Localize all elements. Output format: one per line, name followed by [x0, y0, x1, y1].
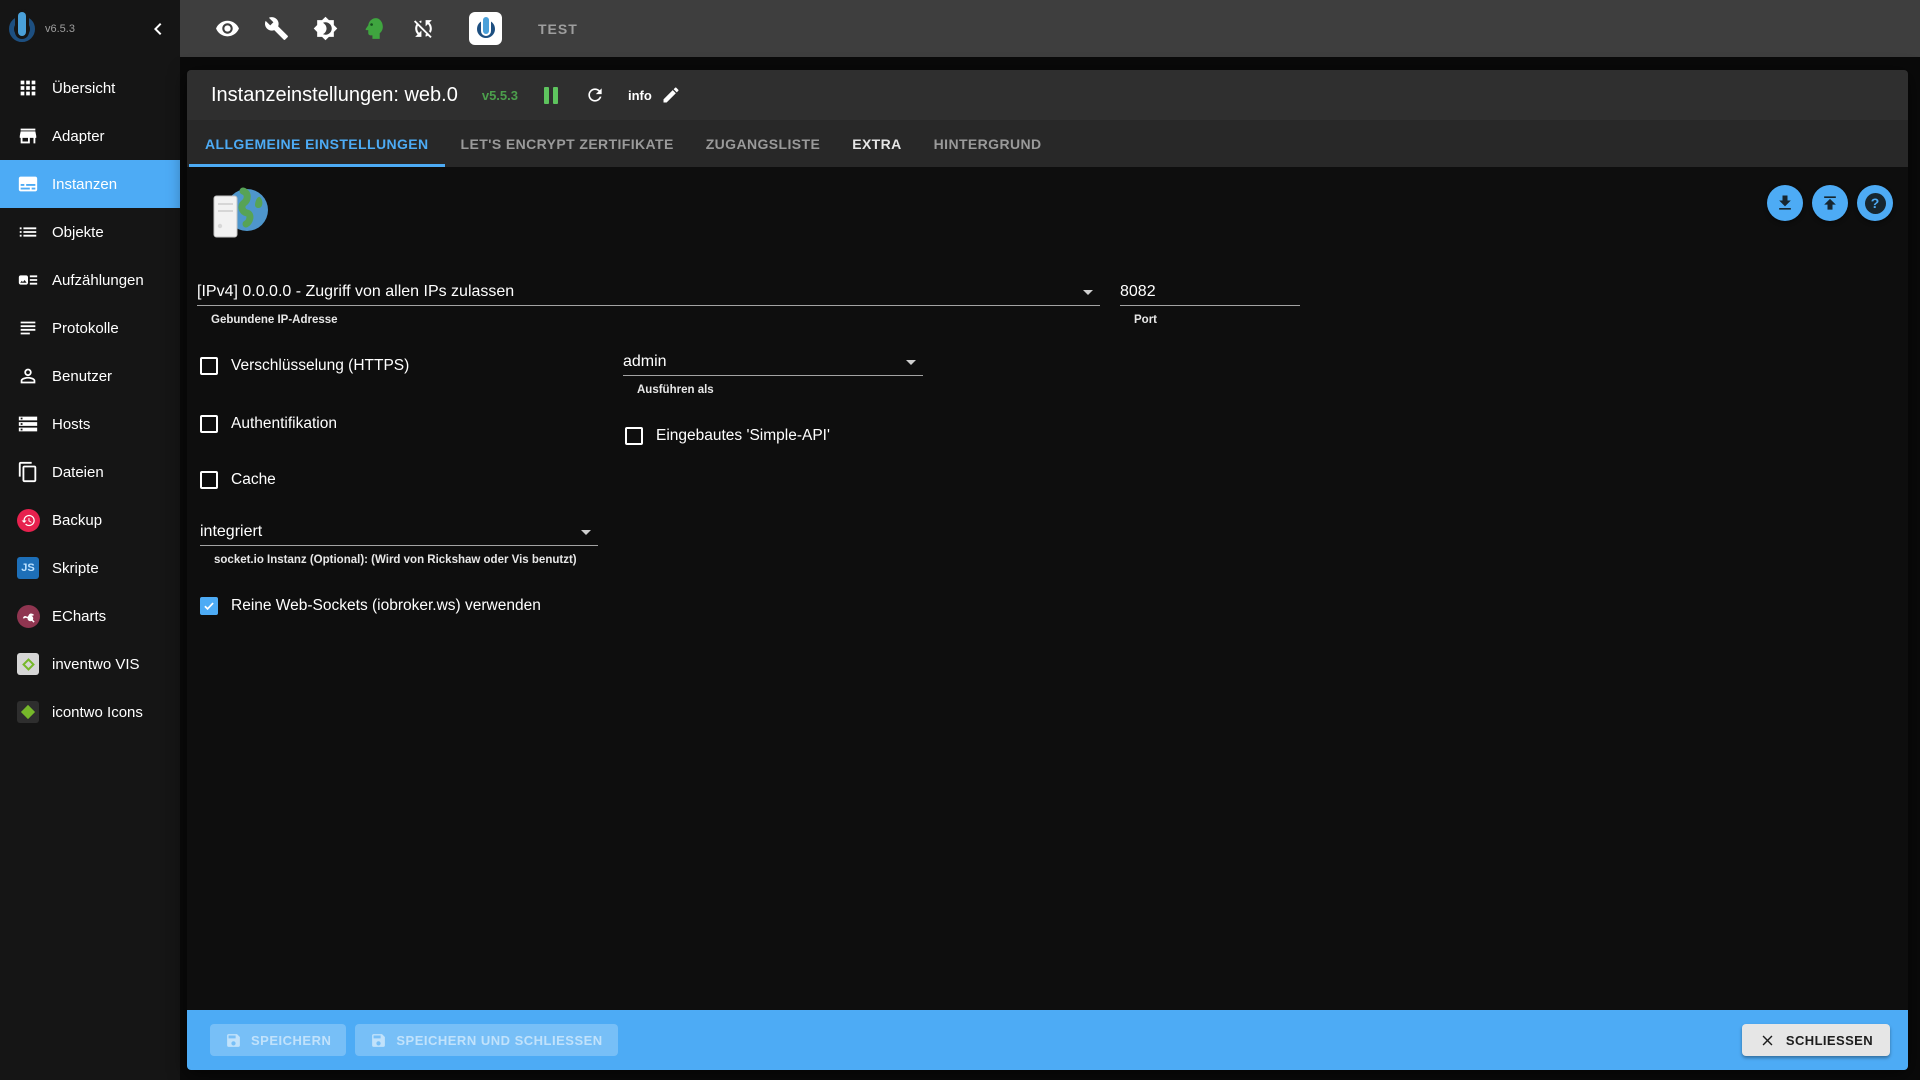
expert-mode-head-icon[interactable]: [361, 16, 387, 42]
help-button[interactable]: ?: [1857, 185, 1893, 221]
sidebar-item-backup[interactable]: Backup: [0, 496, 180, 544]
refresh-icon[interactable]: [584, 84, 606, 106]
port-field: 8082 Port: [1120, 279, 1300, 326]
cache-checkbox[interactable]: [200, 471, 218, 489]
sidebar-item-hosts[interactable]: Hosts: [0, 400, 180, 448]
art-track-icon: [16, 268, 40, 292]
iobroker-logo: [9, 16, 35, 42]
sidebar-item-objekte[interactable]: Objekte: [0, 208, 180, 256]
echarts-icon: [16, 604, 40, 628]
socketio-select[interactable]: integriert: [200, 519, 598, 546]
sidebar-item-uebersicht[interactable]: Übersicht: [0, 64, 180, 112]
config-toolbar: ?: [1767, 185, 1893, 221]
admin-version: v6.5.3: [45, 23, 146, 35]
sidebar-item-icontwo-icons[interactable]: icontwo Icons: [0, 688, 180, 736]
visibility-icon[interactable]: [214, 16, 240, 42]
sync-disabled-icon[interactable]: [410, 16, 436, 42]
port-input[interactable]: 8082: [1120, 279, 1300, 306]
close-button[interactable]: SCHLIESSEN: [1742, 1024, 1890, 1056]
tab-zugangsliste[interactable]: ZUGANGSLISTE: [690, 120, 836, 167]
subject-lines-icon: [16, 316, 40, 340]
https-checkbox-row[interactable]: Verschlüsselung (HTTPS): [200, 357, 409, 375]
auth-checkbox-row[interactable]: Authentifikation: [200, 415, 337, 433]
edit-pencil-icon[interactable]: [660, 84, 682, 106]
apps-grid-icon: [16, 76, 40, 100]
topbar-actions: TEST: [214, 0, 578, 57]
close-x-icon: [1759, 1032, 1776, 1049]
bind-ip-select[interactable]: [IPv4] 0.0.0.0 - Zugriff von allen IPs z…: [197, 279, 1100, 306]
upload-config-button[interactable]: [1812, 185, 1848, 221]
save-floppy-icon: [225, 1032, 242, 1049]
pure-websockets-checkbox-row[interactable]: Reine Web-Sockets (iobroker.ws) verwende…: [200, 597, 541, 615]
sidebar-item-adapter[interactable]: Adapter: [0, 112, 180, 160]
tab-extra[interactable]: EXTRA: [836, 120, 917, 167]
dropdown-arrow-icon: [581, 530, 591, 535]
dialog-title: Instanzeinstellungen: web.0: [211, 84, 458, 107]
https-checkbox[interactable]: [200, 357, 218, 375]
pure-websockets-checkbox[interactable]: [200, 597, 218, 615]
top-app-bar: v6.5.3 TEST: [0, 0, 1920, 57]
adapter-version: v5.5.3: [482, 88, 518, 103]
save-and-close-button[interactable]: SPEICHERN UND SCHLIESSEN: [355, 1024, 617, 1056]
info-link[interactable]: info: [628, 88, 652, 103]
person-icon: [16, 364, 40, 388]
sidebar-nav: Übersicht Adapter Instanzen Objekte Aufz…: [0, 57, 180, 1080]
port-label: Port: [1120, 314, 1300, 326]
run-as-label: Ausführen als: [623, 384, 923, 396]
sidebar-item-instanzen[interactable]: Instanzen: [0, 160, 180, 208]
instance-settings-dialog: Instanzeinstellungen: web.0 v5.5.3 info …: [187, 70, 1908, 1070]
dialog-header: Instanzeinstellungen: web.0 v5.5.3 info: [187, 70, 1908, 120]
socketio-label: socket.io Instanz (Optional): (Wird von …: [200, 554, 598, 566]
iobroker-admin-screen: v6.5.3 TEST: [0, 0, 1920, 1080]
simple-api-checkbox-row[interactable]: Eingebautes 'Simple-API': [625, 427, 830, 445]
socketio-select-field: integriert socket.io Instanz (Optional):…: [200, 519, 598, 566]
dialog-footer: SPEICHERN SPEICHERN UND SCHLIESSEN SCHLI…: [187, 1010, 1908, 1070]
run-as-select[interactable]: admin: [623, 349, 923, 376]
web-adapter-icon: [210, 185, 270, 244]
save-floppy-icon: [370, 1032, 387, 1049]
sidebar-item-skripte[interactable]: JS Skripte: [0, 544, 180, 592]
tab-hintergrund[interactable]: HINTERGRUND: [918, 120, 1058, 167]
download-config-button[interactable]: [1767, 185, 1803, 221]
simple-api-checkbox[interactable]: [625, 427, 643, 445]
bind-ip-select-field: [IPv4] 0.0.0.0 - Zugriff von allen IPs z…: [197, 279, 1100, 326]
instances-icon: [16, 172, 40, 196]
sidebar-item-echarts[interactable]: ECharts: [0, 592, 180, 640]
dropdown-arrow-icon: [906, 360, 916, 365]
tab-allgemeine-einstellungen[interactable]: ALLGEMEINE EINSTELLUNGEN: [189, 120, 445, 167]
dropdown-arrow-icon: [1083, 290, 1093, 295]
sidebar-item-protokolle[interactable]: Protokolle: [0, 304, 180, 352]
save-button[interactable]: SPEICHERN: [210, 1024, 346, 1056]
settings-form-body: ? [IPv4] 0.0.0.0 - Zugriff von allen IPs…: [187, 167, 1908, 1010]
cache-checkbox-row[interactable]: Cache: [200, 471, 276, 489]
file-copy-icon: [16, 460, 40, 484]
sidebar-item-inventwo-vis[interactable]: inventwo VIS: [0, 640, 180, 688]
javascript-icon: JS: [16, 556, 40, 580]
chevron-left-icon[interactable]: [146, 17, 170, 41]
sidebar-item-dateien[interactable]: Dateien: [0, 448, 180, 496]
storage-icon: [16, 412, 40, 436]
pause-instance-icon[interactable]: [540, 84, 562, 106]
sidebar-item-aufzaehlungen[interactable]: Aufzählungen: [0, 256, 180, 304]
topbar-brand-section: v6.5.3: [0, 0, 180, 57]
iobroker-logo: [477, 20, 495, 38]
run-as-select-field: admin Ausführen als: [623, 349, 923, 396]
bind-ip-label: Gebundene IP-Adresse: [197, 314, 1100, 326]
inventwo-vis-icon: [16, 652, 40, 676]
backup-restore-icon: [16, 508, 40, 532]
store-icon: [16, 124, 40, 148]
help-icon: ?: [1865, 193, 1886, 214]
auth-checkbox[interactable]: [200, 415, 218, 433]
sidebar-item-benutzer[interactable]: Benutzer: [0, 352, 180, 400]
settings-tabs: ALLGEMEINE EINSTELLUNGEN LET'S ENCRYPT Z…: [187, 120, 1908, 167]
dark-mode-icon[interactable]: [312, 16, 338, 42]
tab-lets-encrypt[interactable]: LET'S ENCRYPT ZERTIFIKATE: [445, 120, 690, 167]
workspace-label: TEST: [538, 21, 578, 37]
list-icon: [16, 220, 40, 244]
iobroker-logo-badge[interactable]: [469, 12, 502, 45]
icontwo-icons-icon: [16, 700, 40, 724]
build-wrench-icon[interactable]: [263, 16, 289, 42]
